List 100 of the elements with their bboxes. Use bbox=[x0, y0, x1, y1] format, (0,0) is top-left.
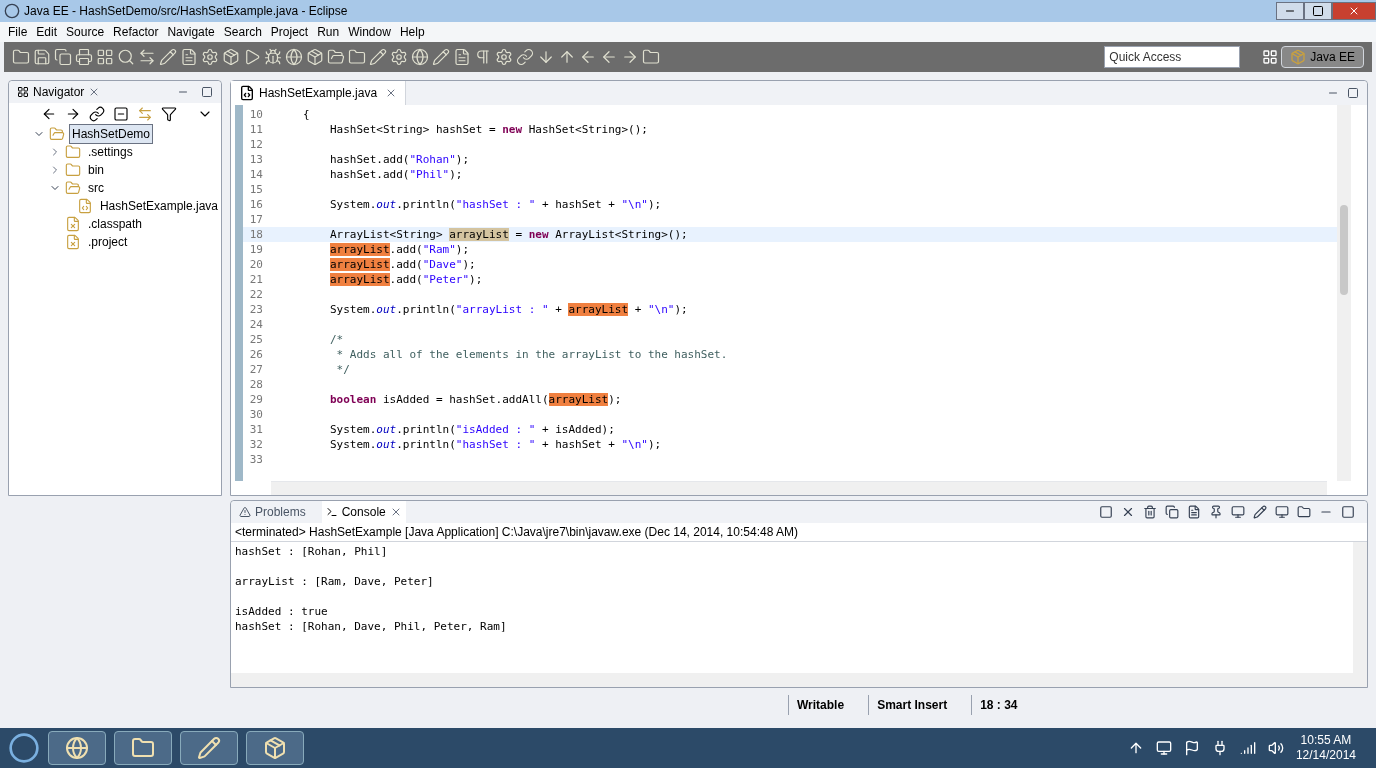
tree-item[interactable]: .project bbox=[85, 232, 131, 252]
line-number: 19 bbox=[248, 242, 263, 257]
open-perspective-icon[interactable] bbox=[1262, 49, 1279, 65]
taskbar-app[interactable] bbox=[114, 731, 172, 765]
view-tab[interactable]: Problems bbox=[235, 501, 310, 523]
maximize-icon bbox=[1312, 5, 1324, 17]
back-icon[interactable] bbox=[41, 106, 57, 122]
toolbar-icon[interactable] bbox=[306, 48, 324, 66]
toolbar-icon[interactable] bbox=[369, 48, 387, 66]
toolbar-icon[interactable] bbox=[537, 48, 555, 66]
menu-item[interactable]: Edit bbox=[36, 23, 58, 41]
toolbar-icon[interactable] bbox=[495, 48, 513, 66]
tray-icon[interactable] bbox=[1239, 740, 1256, 756]
toolbar-icon[interactable] bbox=[558, 48, 576, 66]
view-tab[interactable]: Console bbox=[321, 501, 406, 523]
maximize-icon[interactable] bbox=[1347, 87, 1359, 99]
collapse-all-icon[interactable] bbox=[113, 106, 129, 122]
toolbar-icon[interactable] bbox=[222, 48, 240, 66]
tree-item[interactable]: .settings bbox=[85, 142, 136, 162]
menu-item[interactable]: File bbox=[8, 23, 28, 41]
console-toolbar-icon[interactable] bbox=[1231, 505, 1245, 519]
console-toolbar-icon[interactable] bbox=[1099, 505, 1113, 519]
tree-item[interactable]: .classpath bbox=[85, 214, 146, 234]
toolbar-icon[interactable] bbox=[390, 48, 408, 66]
toolbar-icon[interactable] bbox=[600, 48, 618, 66]
toolbar-icon[interactable] bbox=[264, 48, 282, 66]
toolbar-icon[interactable] bbox=[201, 48, 219, 66]
toolbar-icon[interactable] bbox=[516, 48, 534, 66]
menu-item[interactable]: Source bbox=[66, 23, 105, 41]
tree-item[interactable]: HashSetDemo bbox=[69, 124, 154, 144]
console-toolbar-icon[interactable] bbox=[1209, 505, 1223, 519]
menu-item[interactable]: Window bbox=[348, 23, 391, 41]
code-line: * Adds all of the elements in the arrayList to the hashSet. bbox=[335, 347, 728, 362]
toolbar-icon[interactable] bbox=[75, 48, 93, 66]
code-line: System.out.println("isAdded : " + isAdded); bbox=[330, 422, 615, 437]
menu-item[interactable]: Help bbox=[399, 23, 425, 41]
console-toolbar-icon[interactable] bbox=[1253, 505, 1267, 519]
maximize-button[interactable] bbox=[1304, 2, 1332, 20]
toolbar-icon[interactable] bbox=[411, 48, 429, 66]
link-icon[interactable] bbox=[89, 106, 105, 122]
toolbar-icon[interactable] bbox=[642, 48, 660, 66]
minimize-button[interactable] bbox=[1276, 2, 1304, 20]
grid-icon bbox=[17, 86, 29, 98]
menu-item[interactable]: Project bbox=[270, 23, 309, 41]
toolbar-icon[interactable] bbox=[474, 48, 492, 66]
toolbar-icon[interactable] bbox=[12, 48, 30, 66]
toolbar-icon[interactable] bbox=[453, 48, 471, 66]
quick-access-field[interactable]: Quick Access bbox=[1104, 46, 1241, 68]
menu-item[interactable]: Run bbox=[317, 23, 340, 41]
tree-item[interactable]: src bbox=[85, 178, 107, 198]
toolbar-icon[interactable] bbox=[243, 48, 261, 66]
console-toolbar-icon[interactable] bbox=[1165, 505, 1179, 519]
taskbar-app[interactable] bbox=[48, 731, 106, 765]
console-toolbar-icon[interactable] bbox=[1121, 505, 1135, 519]
editor-tab[interactable]: HashSetExample.java bbox=[231, 81, 407, 105]
toolbar-icon[interactable] bbox=[285, 48, 303, 66]
console-toolbar-icon[interactable] bbox=[1297, 505, 1311, 519]
code-line: /* bbox=[330, 332, 344, 347]
forward-icon[interactable] bbox=[65, 106, 81, 122]
app-icon bbox=[197, 736, 221, 760]
toolbar-icon[interactable] bbox=[579, 48, 597, 66]
toolbar-icon[interactable] bbox=[54, 48, 72, 66]
horizontal-scrollbar[interactable] bbox=[271, 481, 1327, 495]
vertical-scrollbar[interactable] bbox=[1337, 105, 1351, 481]
line-number: 15 bbox=[248, 182, 263, 197]
toolbar-icon[interactable] bbox=[432, 48, 450, 66]
code-line: arrayList.add("Peter"); bbox=[330, 272, 483, 287]
console-toolbar-icon[interactable] bbox=[1143, 505, 1157, 519]
start-button[interactable] bbox=[8, 732, 40, 764]
perspective-button[interactable]: Java EE bbox=[1281, 46, 1364, 68]
code-line: arrayList.add("Dave"); bbox=[330, 257, 476, 272]
filter-icon[interactable] bbox=[161, 106, 177, 122]
toolbar-icon[interactable] bbox=[138, 48, 156, 66]
sync-icon[interactable] bbox=[137, 106, 153, 122]
toolbar-icon[interactable] bbox=[96, 48, 114, 66]
vertical-scrollbar[interactable] bbox=[1353, 542, 1367, 673]
tree-item[interactable]: HashSetExample.java bbox=[96, 196, 221, 216]
toolbar-icon[interactable] bbox=[33, 48, 51, 66]
toolbar-icon[interactable] bbox=[117, 48, 135, 66]
toolbar-icon[interactable] bbox=[180, 48, 198, 66]
menu-item[interactable]: Search bbox=[223, 23, 262, 41]
toolbar-icon[interactable] bbox=[621, 48, 639, 66]
tray-icon[interactable] bbox=[1267, 740, 1284, 756]
horizontal-scrollbar[interactable] bbox=[231, 673, 1367, 687]
tray-icon[interactable] bbox=[1155, 740, 1172, 756]
taskbar-app[interactable] bbox=[246, 731, 304, 765]
menu-item[interactable]: Navigate bbox=[167, 23, 215, 41]
console-toolbar-icon[interactable] bbox=[1275, 505, 1289, 519]
maximize-icon[interactable] bbox=[201, 86, 213, 98]
toolbar-icon[interactable] bbox=[159, 48, 177, 66]
taskbar-app[interactable] bbox=[180, 731, 238, 765]
line-number: 17 bbox=[248, 212, 263, 227]
toolbar-icon[interactable] bbox=[348, 48, 366, 66]
console-toolbar-icon[interactable] bbox=[1187, 505, 1201, 519]
tree-item[interactable]: bin bbox=[85, 160, 107, 180]
console-toolbar-icon[interactable] bbox=[1341, 505, 1355, 519]
menu-item[interactable]: Refactor bbox=[113, 23, 159, 41]
code-line: */ bbox=[335, 362, 350, 377]
tray-icon[interactable] bbox=[1183, 740, 1200, 756]
toolbar-icon[interactable] bbox=[327, 48, 345, 66]
